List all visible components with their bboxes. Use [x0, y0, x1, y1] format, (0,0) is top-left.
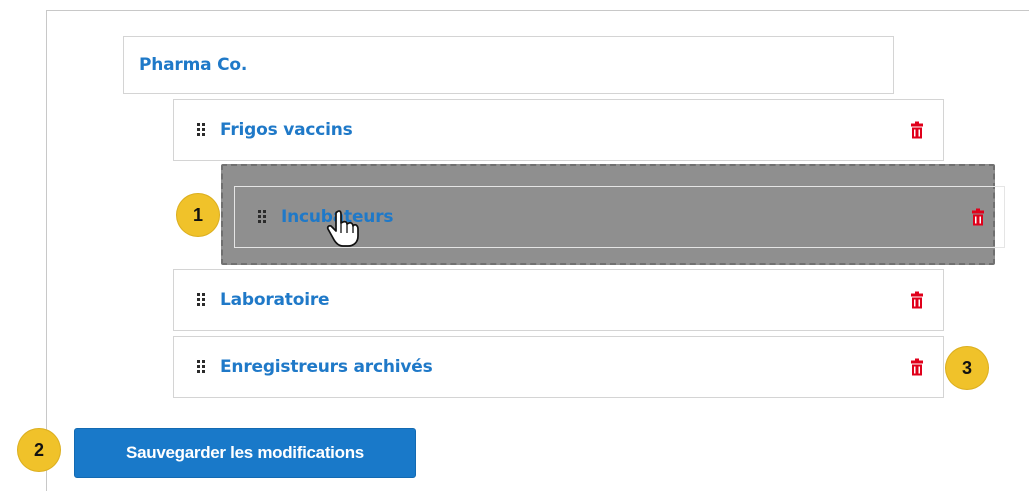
- tree-item-frigos-vaccins[interactable]: Frigos vaccins: [173, 99, 944, 161]
- tree-item-label[interactable]: Laboratoire: [220, 290, 330, 310]
- drag-handle-icon[interactable]: [258, 210, 268, 224]
- callout-badge-2: 2: [17, 428, 61, 472]
- callout-badge-3: 3: [945, 346, 989, 390]
- trash-icon[interactable]: [911, 121, 923, 139]
- tree-item-label[interactable]: Enregistreurs archivés: [220, 357, 433, 377]
- trash-icon[interactable]: [972, 208, 984, 226]
- tree-item-label[interactable]: Frigos vaccins: [220, 120, 353, 140]
- drag-handle-icon[interactable]: [197, 123, 207, 137]
- tree-root-item[interactable]: Pharma Co.: [123, 36, 894, 94]
- trash-icon[interactable]: [911, 358, 923, 376]
- save-changes-button[interactable]: Sauvegarder les modifications: [74, 428, 416, 478]
- callout-badge-1: 1: [176, 193, 220, 237]
- drag-handle-icon[interactable]: [197, 293, 207, 307]
- tree-item-laboratoire[interactable]: Laboratoire: [173, 269, 944, 331]
- trash-icon[interactable]: [911, 291, 923, 309]
- drag-handle-icon[interactable]: [197, 360, 207, 374]
- root-item-label[interactable]: Pharma Co.: [139, 55, 247, 75]
- hand-cursor-icon: [326, 210, 359, 247]
- tree-item-enregistreurs-archives[interactable]: Enregistreurs archivés: [173, 336, 944, 398]
